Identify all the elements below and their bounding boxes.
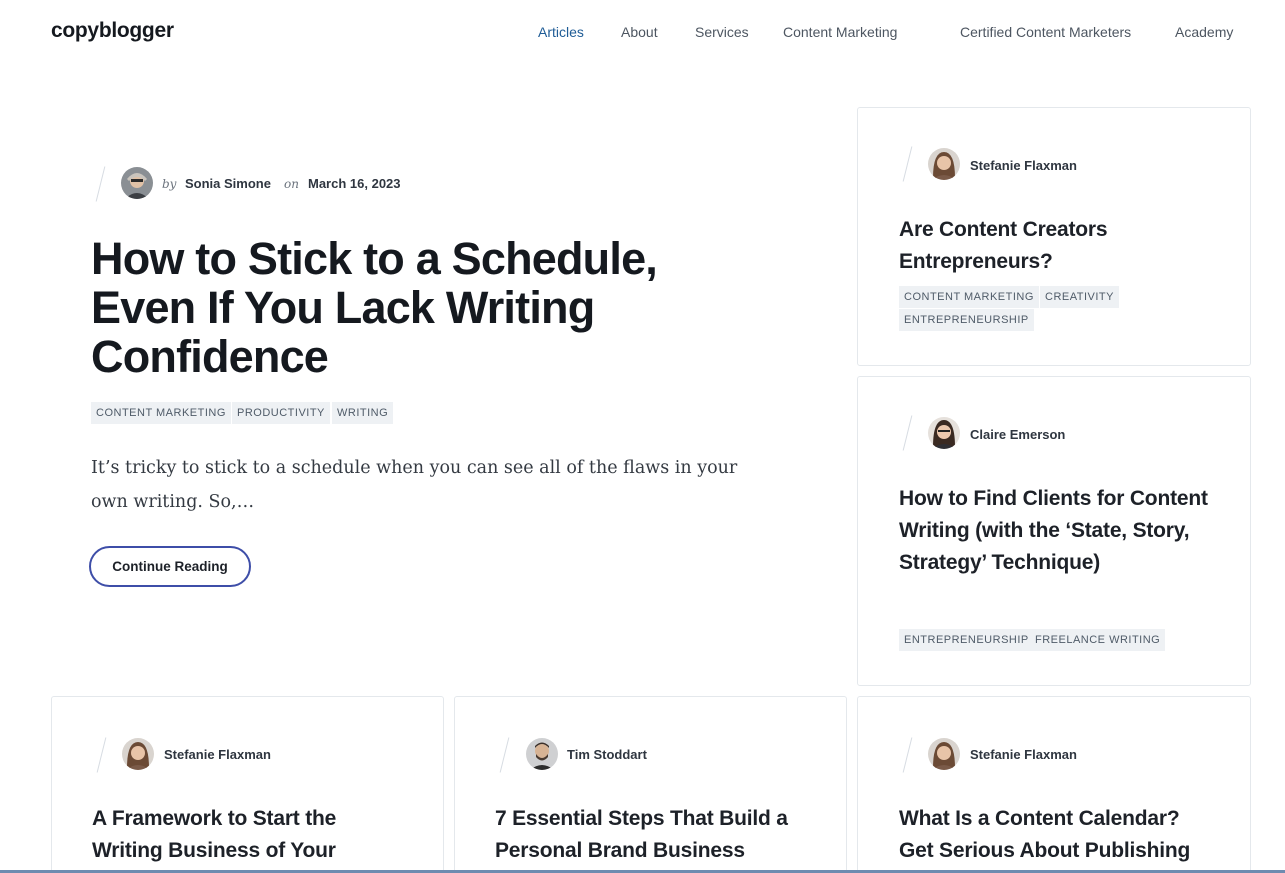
author-avatar[interactable] (928, 148, 960, 180)
card-author[interactable]: Tim Stoddart (567, 747, 647, 762)
tag-creativity[interactable]: CREATIVITY (1040, 286, 1119, 308)
article-card[interactable]: Stefanie Flaxman A Framework to Start th… (51, 696, 444, 873)
avatar-photo-icon (928, 417, 960, 449)
featured-author[interactable]: Sonia Simone (185, 176, 271, 191)
nav-articles[interactable]: Articles (538, 24, 584, 40)
featured-title[interactable]: How to Stick to a Schedule, Even If You … (91, 234, 771, 381)
avatar-photo-icon (122, 738, 154, 770)
nav-about[interactable]: About (621, 24, 658, 40)
tag-content-marketing[interactable]: CONTENT MARKETING (91, 402, 231, 424)
card-title[interactable]: What Is a Content Calendar? Get Serious … (899, 803, 1219, 867)
site-logo[interactable]: copyblogger (51, 19, 174, 43)
author-avatar[interactable] (122, 738, 154, 770)
author-avatar[interactable] (928, 417, 960, 449)
meta-divider (95, 166, 106, 202)
meta-divider (96, 737, 107, 773)
nav-certified-content-marketers[interactable]: Certified Content Marketers (960, 24, 1131, 40)
card-author[interactable]: Stefanie Flaxman (164, 747, 271, 762)
tag-freelance-writing[interactable]: FREELANCE WRITING (1030, 629, 1166, 651)
continue-reading-button[interactable]: Continue Reading (89, 546, 251, 587)
avatar-photo-icon (121, 167, 153, 199)
card-author[interactable]: Stefanie Flaxman (970, 158, 1077, 173)
avatar-photo-icon (928, 738, 960, 770)
meta-divider (499, 737, 510, 773)
meta-divider (902, 415, 913, 451)
featured-date: March 16, 2023 (308, 176, 401, 191)
nav-services[interactable]: Services (695, 24, 749, 40)
avatar-photo-icon (526, 738, 558, 770)
card-title[interactable]: How to Find Clients for Content Writing … (899, 483, 1219, 579)
on-label: on (284, 177, 299, 191)
card-title[interactable]: Are Content Creators Entrepreneurs? (899, 214, 1219, 278)
card-author[interactable]: Stefanie Flaxman (970, 747, 1077, 762)
article-card[interactable]: Stefanie Flaxman What Is a Content Calen… (857, 696, 1251, 873)
nav-academy[interactable]: Academy (1175, 24, 1233, 40)
author-avatar[interactable] (526, 738, 558, 770)
meta-divider (902, 737, 913, 773)
article-card[interactable]: Tim Stoddart 7 Essential Steps That Buil… (454, 696, 847, 873)
tag-entrepreneurship[interactable]: ENTREPRENEURSHIP (899, 309, 1034, 331)
featured-excerpt: It’s tricky to stick to a schedule when … (91, 458, 738, 512)
article-card[interactable]: Claire Emerson How to Find Clients for C… (857, 376, 1251, 686)
article-card[interactable]: Stefanie Flaxman Are Content Creators En… (857, 107, 1251, 366)
card-title[interactable]: A Framework to Start the Writing Busines… (92, 803, 392, 867)
tag-entrepreneurship[interactable]: ENTREPRENEURSHIP (899, 629, 1034, 651)
author-avatar[interactable] (928, 738, 960, 770)
avatar-photo-icon (928, 148, 960, 180)
tag-writing[interactable]: WRITING (332, 402, 394, 424)
tag-productivity[interactable]: PRODUCTIVITY (232, 402, 330, 424)
by-label: by (162, 177, 177, 191)
meta-divider (902, 146, 913, 182)
tag-content-marketing[interactable]: CONTENT MARKETING (899, 286, 1039, 308)
nav-content-marketing[interactable]: Content Marketing (783, 24, 897, 40)
card-author[interactable]: Claire Emerson (970, 427, 1065, 442)
author-avatar[interactable] (121, 167, 153, 199)
card-title[interactable]: 7 Essential Steps That Build a Personal … (495, 803, 815, 867)
